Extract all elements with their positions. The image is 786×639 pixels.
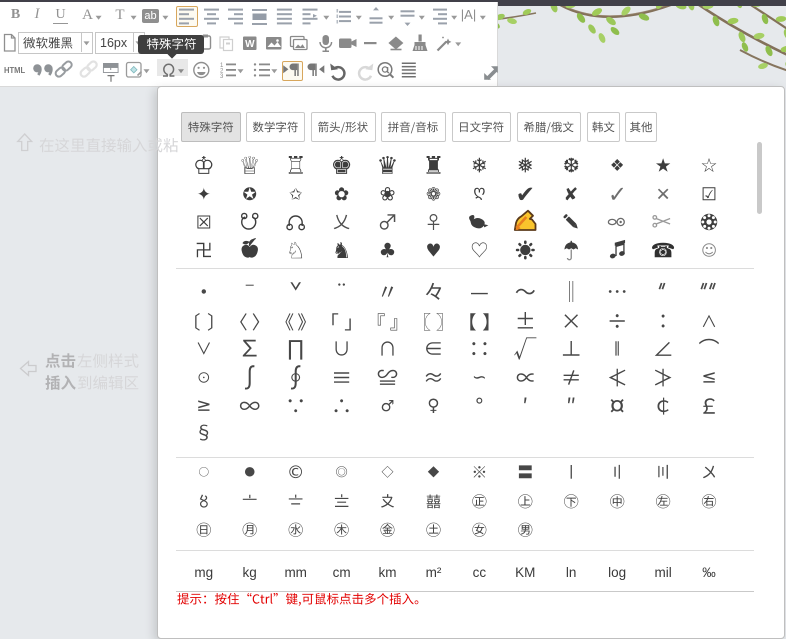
svg-text:3: 3 [220,74,224,80]
